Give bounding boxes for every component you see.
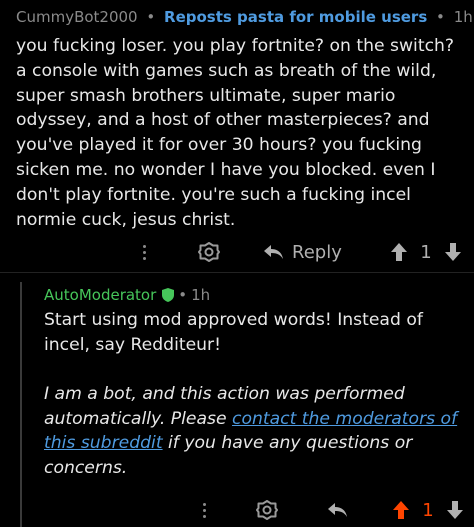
upvote-button[interactable] (390, 493, 412, 527)
thread-indent-line[interactable] (20, 282, 22, 527)
upvote-icon (391, 243, 407, 261)
comment-meta: CummyBot2000 • Reposts pasta for mobile … (16, 8, 473, 26)
reply-action-bar: 1 (0, 493, 474, 527)
reply-arrow-icon (328, 503, 347, 517)
downvote-button[interactable] (442, 235, 464, 269)
vertical-dots-icon (196, 502, 212, 518)
downvote-icon (447, 501, 463, 519)
meta-separator: • (146, 8, 156, 26)
reply-button[interactable]: Reply (262, 235, 342, 269)
comment-author[interactable]: CummyBot2000 (16, 8, 138, 26)
more-options-button[interactable] (196, 493, 212, 527)
reply-body: Start using mod approved words! Instead … (44, 310, 423, 355)
score-value: 1 (420, 241, 432, 263)
bot-disclaimer: I am a bot, and this action was performe… (44, 382, 472, 480)
award-button[interactable] (254, 493, 280, 527)
upvote-button[interactable] (388, 235, 410, 269)
reply-age: 1h (191, 286, 211, 304)
downvote-icon (445, 243, 461, 261)
score: 1 (420, 493, 436, 527)
shield-icon (162, 288, 175, 302)
comment-age: 1h (453, 8, 473, 26)
reply-author[interactable]: AutoModerator (44, 286, 156, 304)
reply-arrow-icon (264, 245, 283, 259)
reply-button[interactable] (326, 493, 348, 527)
vertical-dots-icon (136, 244, 152, 260)
award-icon (198, 242, 220, 262)
reply-label: Reply (292, 241, 342, 263)
award-button[interactable] (196, 235, 222, 269)
reply-meta: AutoModerator • 1h (44, 286, 210, 304)
more-options-button[interactable] (136, 235, 152, 269)
comment-subreddit-note[interactable]: Reposts pasta for mobile users (164, 8, 427, 26)
score: 1 (418, 235, 434, 269)
comment-divider (0, 272, 474, 273)
meta-separator: • (178, 286, 188, 304)
comment-action-bar: Reply 1 (0, 235, 474, 269)
award-icon (256, 500, 278, 520)
score-value: 1 (422, 499, 434, 521)
upvote-icon (393, 501, 409, 519)
comment-body: you fucking loser. you play fortnite? on… (16, 36, 455, 230)
meta-separator: • (436, 8, 445, 26)
downvote-button[interactable] (444, 493, 466, 527)
